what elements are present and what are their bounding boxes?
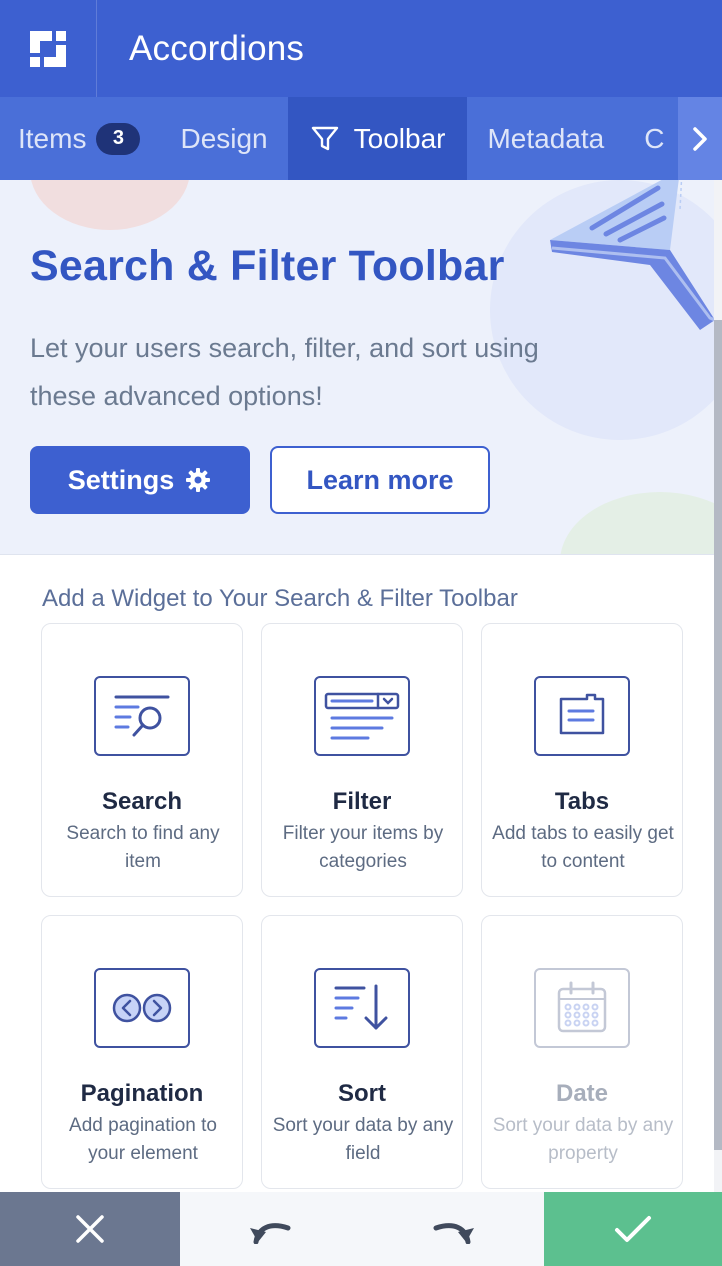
close-icon [76, 1215, 104, 1243]
hero-description: Let your users search, filter, and sort … [30, 333, 539, 411]
chevron-right-icon [693, 126, 707, 151]
widget-description: Search to find any item [66, 823, 220, 872]
settings-button[interactable]: Settings [30, 446, 250, 514]
undo-button[interactable] [221, 1192, 321, 1266]
tab-items-label: Items [18, 122, 87, 154]
widget-description: Filter your items by categories [282, 823, 444, 872]
filter-widget-icon [314, 676, 410, 756]
widget-card-search[interactable]: Search Search to find any item [41, 623, 243, 897]
scrollbar-thumb[interactable] [714, 320, 722, 1150]
save-button[interactable] [544, 1192, 722, 1266]
widget-card-filter[interactable]: Filter Filter your items by categories [261, 623, 463, 897]
tab-metadata-label: Metadata [487, 122, 605, 154]
sort-widget-icon [314, 968, 410, 1048]
tab-items[interactable]: Items 3 [0, 97, 160, 180]
tabs-next-button[interactable] [678, 97, 722, 180]
tab-design-label: Design [180, 122, 268, 154]
widget-title: Sort [338, 1080, 386, 1107]
widget-title: Tabs [554, 788, 610, 815]
settings-button-label: Settings [67, 464, 175, 495]
widget-description: Sort your data by any property [492, 1115, 674, 1164]
redo-icon [433, 1223, 474, 1244]
pagination-widget-icon [94, 968, 190, 1048]
history-controls [180, 1192, 544, 1266]
widget-title: Date [555, 1080, 609, 1107]
funnel-illustration-icon [530, 180, 714, 345]
undo-icon [250, 1223, 291, 1244]
tab-toolbar-label: Toolbar [353, 122, 446, 154]
check-icon [615, 1216, 651, 1242]
widget-title: Search [101, 788, 183, 815]
tab-design[interactable]: Design [160, 97, 287, 180]
redo-button[interactable] [403, 1192, 503, 1266]
learn-more-button[interactable]: Learn more [270, 446, 490, 514]
tab-metadata[interactable]: Metadata [467, 97, 624, 180]
hero-banner: Search & Filter Toolbar Let your users s… [0, 180, 714, 555]
app-title: Accordions [129, 28, 305, 68]
widget-description: Add tabs to easily get to content [492, 823, 674, 872]
items-count-badge: 3 [96, 122, 141, 155]
widget-title: Pagination [80, 1080, 204, 1107]
tab-overflow[interactable]: C [624, 97, 684, 180]
tab-overflow-label: C [644, 122, 665, 154]
bottom-action-bar [0, 1192, 722, 1266]
decor-blob [560, 492, 714, 554]
filter-icon [310, 124, 340, 154]
app-header: Accordions [0, 0, 722, 97]
hero-title: Search & Filter Toolbar [30, 242, 505, 290]
tab-toolbar[interactable]: Toolbar [287, 97, 468, 180]
decor-blob [30, 180, 190, 230]
widget-card-tabs[interactable]: Tabs Add tabs to easily get to content [481, 623, 683, 897]
widget-description: Sort your data by any field [272, 1115, 454, 1164]
search-widget-icon [94, 676, 190, 756]
widget-description: Add pagination to your element [69, 1115, 217, 1164]
widgets-section-title: Add a Widget to Your Search & Filter Too… [42, 585, 518, 612]
cancel-button[interactable] [0, 1192, 180, 1266]
widget-card-date[interactable]: Date Sort your data by any property [481, 915, 683, 1189]
tabs-widget-icon [534, 676, 630, 756]
builder-logo-icon[interactable] [0, 0, 97, 97]
widget-card-pagination[interactable]: Pagination Add pagination to your elemen… [41, 915, 243, 1189]
tab-bar: Items 3 Design Toolbar Metadata C [0, 97, 722, 180]
date-widget-icon [534, 968, 630, 1048]
widget-title: Filter [332, 788, 392, 815]
widget-card-sort[interactable]: Sort Sort your data by any field [261, 915, 463, 1189]
gear-icon [186, 468, 211, 492]
